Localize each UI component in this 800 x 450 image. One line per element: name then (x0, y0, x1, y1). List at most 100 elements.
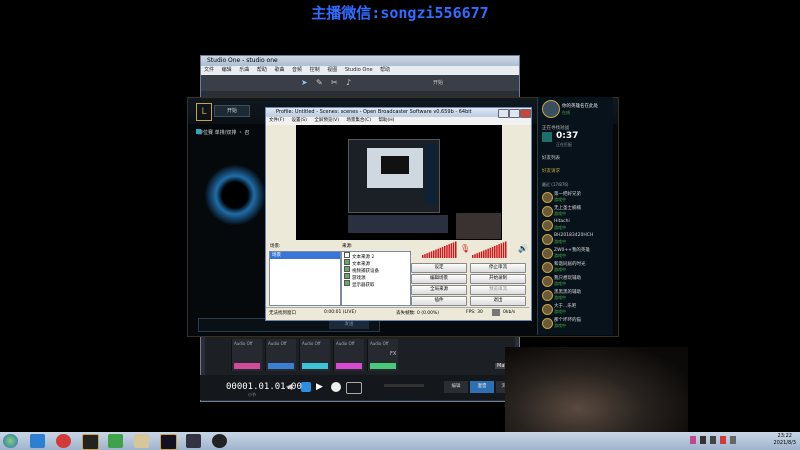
global-sources-button[interactable]: 全局来源 (411, 285, 467, 295)
record-button[interactable] (331, 382, 341, 392)
speaker-tool-icon[interactable]: ♪ (346, 78, 351, 87)
lol-taskbar-icon[interactable] (160, 434, 177, 450)
toolbar-start-label[interactable]: 开始 (433, 79, 443, 86)
stop-streaming-button[interactable]: 停止串流 (470, 263, 526, 273)
tray-alert-icon[interactable] (720, 436, 726, 444)
profile-avatar[interactable] (542, 100, 560, 118)
source-item[interactable]: 显示器获取 (342, 280, 410, 288)
friend-entry[interactable]: 我只想玩辅助 游戏中 (542, 275, 610, 287)
channel-label: Audio Off (370, 341, 389, 346)
menu-item[interactable]: 全屏预览(V) (314, 118, 339, 123)
loop-button[interactable] (346, 382, 362, 394)
source-checkbox[interactable] (344, 280, 350, 286)
bitrate-readout: 0kb/s (503, 310, 516, 315)
stop-button[interactable] (301, 382, 311, 392)
start-button[interactable] (3, 434, 18, 448)
speaker-icon[interactable]: 🔊 (518, 244, 528, 253)
queue-mode: 正在匹配 (556, 142, 572, 147)
menu-item[interactable]: Studio One (345, 67, 373, 73)
mic-icon[interactable]: 🎙 (460, 244, 470, 253)
source-item[interactable]: 游戏源 (342, 273, 410, 281)
preview-stream-button[interactable]: 预览串流 (470, 285, 526, 295)
pencil-tool-icon[interactable]: ✎ (316, 78, 323, 87)
menu-item[interactable]: 帮助 (257, 67, 267, 73)
source-checkbox[interactable] (344, 252, 350, 258)
taskbar-clock[interactable]: 23:22 2021/8/3 (774, 433, 796, 447)
menu-item[interactable]: 编辑 (222, 67, 232, 73)
maximize-button[interactable] (509, 109, 520, 118)
scissors-tool-icon[interactable]: ✂ (331, 78, 338, 87)
source-checkbox[interactable] (344, 266, 350, 272)
menu-item[interactable]: 帮助(H) (378, 118, 394, 123)
channel-label: Audio Off (302, 341, 321, 346)
friend-entry[interactable]: 和谐同居的时光 游戏中 (542, 261, 610, 273)
scene-item[interactable]: 场景 (270, 252, 340, 259)
source-checkbox[interactable] (344, 273, 350, 279)
exit-button[interactable]: 退出 (470, 296, 526, 306)
mixer-channel[interactable]: Audio Off (299, 339, 330, 371)
mixer-channel[interactable]: Audio Off (231, 339, 262, 371)
send-button[interactable]: 发送 (329, 321, 369, 329)
channel-label: Audio Off (268, 341, 287, 346)
friend-entry[interactable]: 黑黑黑的辅助 游戏中 (542, 289, 610, 301)
media-player-icon[interactable] (108, 434, 123, 448)
friend-entry[interactable]: 第一把好兄弟 游戏中 (542, 191, 610, 203)
mixer-channel[interactable]: Audio Off (333, 339, 364, 371)
close-button[interactable] (520, 109, 531, 118)
meter-bar (424, 254, 426, 258)
menu-item[interactable]: 乐曲 (239, 67, 249, 73)
menu-item[interactable]: 场景集合(C) (346, 118, 371, 123)
source-item[interactable]: 文本来源 2 (342, 252, 410, 260)
source-item[interactable]: 视频捕获设备 (342, 266, 410, 274)
play-icon[interactable]: ▶ (316, 382, 326, 392)
ie-icon[interactable] (30, 434, 45, 448)
play-button[interactable]: 开始 (214, 105, 250, 117)
menu-item[interactable]: 视图 (327, 67, 337, 73)
friend-entry[interactable]: ZW0++我的英雄 游戏中 (542, 247, 610, 259)
tray-volume-icon[interactable] (710, 436, 716, 444)
friend-entry[interactable]: Hitachi 游戏中 (542, 219, 610, 231)
friend-entry[interactable]: 那个坏坏的猫 游戏中 (542, 317, 610, 329)
meter-bar (455, 241, 457, 258)
tray-input-icon[interactable] (730, 436, 736, 444)
source-checkbox[interactable] (344, 259, 350, 265)
menu-item[interactable]: 设置(S) (292, 118, 307, 123)
source-item[interactable]: 文本来源 (342, 259, 410, 267)
menu-item[interactable]: 音频 (292, 67, 302, 73)
friend-entry[interactable]: 大于...乐吧 游戏中 (542, 303, 610, 315)
queue-breadcrumb: 排位赛 单排/双排 ・ 召 (198, 130, 250, 136)
obs-taskbar-icon[interactable] (212, 434, 227, 448)
menu-item[interactable]: 控制 (310, 67, 320, 73)
scenes-list[interactable]: 场景 (269, 251, 341, 306)
menu-item[interactable]: 文件 (204, 67, 214, 73)
mixer-channel[interactable]: Audio Off (265, 339, 296, 371)
menu-item[interactable]: 文件(F) (269, 118, 284, 123)
meter-bar (500, 243, 503, 258)
fx-label: FX (390, 351, 397, 357)
meter-bar (422, 255, 424, 258)
app-icon[interactable] (134, 434, 149, 448)
menu-item[interactable]: 歌曲 (274, 67, 284, 73)
lol-client-taskbar-icon[interactable] (186, 434, 201, 448)
tray-network-icon[interactable] (700, 436, 706, 444)
tray-app-icon[interactable] (690, 436, 696, 444)
recent-section-label[interactable]: 最近 (17/876) (542, 182, 568, 188)
minimize-button[interactable] (498, 109, 509, 118)
edit-view-button[interactable]: 编辑 (444, 381, 468, 393)
sources-list[interactable]: 文本来源 2 文本来源 视频捕获设备 游戏源 显示器获取 (341, 251, 411, 306)
plugins-button[interactable]: 插件 (411, 296, 467, 306)
friend-requests-label[interactable]: 好友请求 (542, 168, 560, 174)
start-recording-button[interactable]: 开始录制 (470, 274, 526, 284)
game-launcher-icon[interactable] (82, 434, 99, 450)
nested-preview-inner (381, 156, 409, 174)
mix-view-button[interactable]: 混音 (470, 381, 494, 393)
pointer-tool-icon[interactable]: ➤ (301, 78, 308, 87)
settings-button[interactable]: 设定 (411, 263, 467, 273)
menu-item[interactable]: 帮助 (380, 67, 390, 73)
music-app-icon[interactable] (56, 434, 71, 448)
tempo-slider[interactable] (384, 384, 424, 387)
edit-scene-button[interactable]: 编辑场景 (411, 274, 467, 284)
friend-entry[interactable]: 无上圣士楠楠 游戏中 (542, 205, 610, 217)
friend-entry[interactable]: BH20183420HCH 游戏中 (542, 233, 610, 245)
meter-bar (480, 251, 483, 258)
